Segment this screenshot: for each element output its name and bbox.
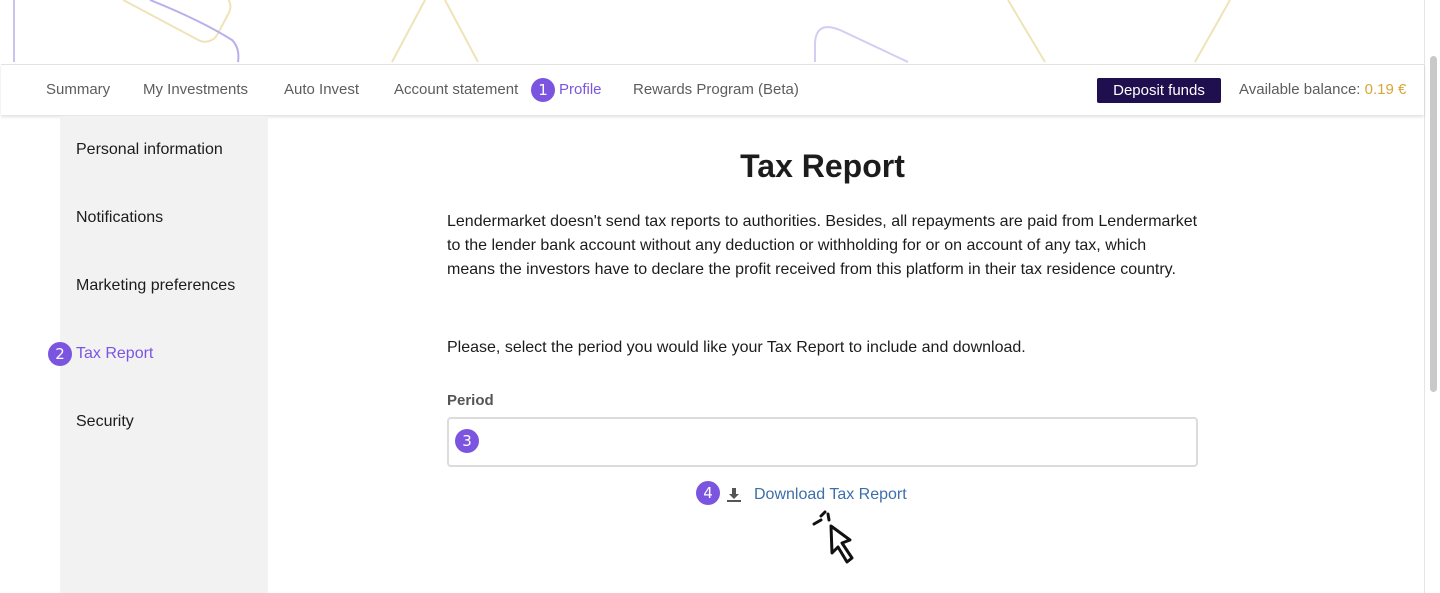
page-title: Tax Report [740, 148, 905, 184]
deposit-funds-button[interactable]: Deposit funds [1097, 78, 1221, 103]
download-tax-report-label: Download Tax Report [754, 486, 907, 503]
sidebar-item-tax-report[interactable]: Tax Report [76, 345, 153, 363]
nav-item-rewards-program[interactable]: Rewards Program (Beta) [633, 65, 799, 115]
top-navigation: Summary My Investments Auto Invest Accou… [1, 64, 1424, 115]
scrollbar[interactable] [1426, 0, 1440, 593]
sidebar-item-personal-information[interactable]: Personal information [76, 141, 223, 159]
nav-item-my-investments[interactable]: My Investments [143, 65, 248, 115]
nav-item-auto-invest[interactable]: Auto Invest [284, 65, 359, 115]
period-instruction: Please, select the period you would like… [447, 339, 1026, 356]
click-cursor-icon [812, 510, 854, 564]
sidebar-item-notifications[interactable]: Notifications [76, 209, 163, 227]
step-badge-4: 4 [696, 481, 720, 505]
available-balance: Available balance: 0.19 € [1239, 65, 1406, 115]
step-badge-2: 2 [48, 342, 72, 366]
profile-sidebar: Personal information Notifications Marke… [60, 116, 268, 593]
sidebar-item-marketing-preferences[interactable]: Marketing preferences [76, 277, 235, 295]
sidebar-item-security[interactable]: Security [76, 413, 134, 431]
nav-item-profile[interactable]: Profile [559, 65, 602, 115]
tax-report-description: Lendermarket doesn't send tax reports to… [447, 213, 1198, 278]
nav-item-account-statement[interactable]: Account statement [394, 65, 518, 115]
download-icon [727, 488, 741, 502]
scrollbar-thumb[interactable] [1430, 56, 1437, 392]
step-badge-3: 3 [455, 429, 479, 453]
period-label: Period [447, 392, 494, 409]
balance-value: 0.19 € [1364, 81, 1407, 98]
download-tax-report-link[interactable]: Download Tax Report [726, 483, 907, 507]
step-badge-1: 1 [531, 78, 555, 102]
period-input[interactable] [447, 417, 1198, 467]
balance-label: Available balance: [1239, 81, 1365, 98]
nav-item-summary[interactable]: Summary [46, 65, 110, 115]
